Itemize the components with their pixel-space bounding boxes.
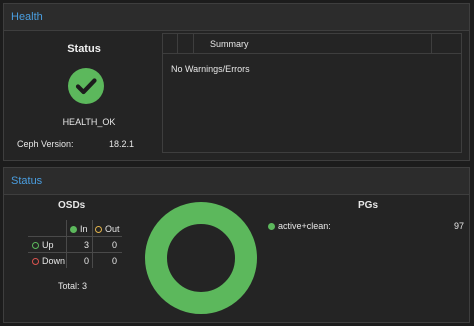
osds-title: OSDs <box>58 200 86 211</box>
osd-down-in-count: 0 <box>84 256 90 266</box>
pgs-donut-chart[interactable] <box>144 201 258 315</box>
pg-state-count: 97 <box>453 221 464 231</box>
ceph-version-label: Ceph Version: <box>17 139 74 149</box>
osds-total: Total: 3 <box>58 281 88 291</box>
ceph-version-value: 18.2.1 <box>109 139 135 149</box>
column-divider[interactable] <box>431 34 432 53</box>
health-panel-header: Health <box>4 4 469 31</box>
status-panel: Status OSDs In Out Up 3 0 Down 0 0 Total… <box>3 167 470 323</box>
column-divider[interactable] <box>177 34 178 53</box>
osd-row-down: Down <box>32 256 65 266</box>
osd-up-in-count: 3 <box>84 240 90 250</box>
pg-legend-item: active+clean: 97 <box>268 221 464 231</box>
active-clean-dot-icon <box>268 223 275 230</box>
osd-row-down-label: Down <box>42 256 66 266</box>
out-dot-icon <box>95 226 102 233</box>
summary-table-header: Summary <box>163 34 461 54</box>
osds-table: In Out Up 3 0 Down 0 0 <box>28 220 122 268</box>
summary-table: Summary No Warnings/Errors <box>162 33 462 153</box>
pg-state-label: active+clean: <box>278 221 331 231</box>
osd-col-in-label: In <box>80 224 88 234</box>
check-circle-icon <box>68 68 104 104</box>
osd-col-out-label: Out <box>105 224 120 234</box>
summary-row: No Warnings/Errors <box>171 64 250 74</box>
osd-col-in: In <box>70 224 88 234</box>
health-panel: Health Status HEALTH_OK Ceph Version: 18… <box>3 3 470 161</box>
health-status-section: Status HEALTH_OK Ceph Version: 18.2.1 <box>4 31 164 161</box>
down-arrow-icon <box>32 258 39 265</box>
osd-down-out-count: 0 <box>112 256 118 266</box>
osd-row-up: Up <box>32 240 54 250</box>
health-status-text: HEALTH_OK <box>62 117 116 127</box>
osd-up-out-count: 0 <box>112 240 118 250</box>
up-arrow-icon <box>32 242 39 249</box>
summary-column-header[interactable]: Summary <box>210 39 249 49</box>
table-divider <box>28 236 122 237</box>
pgs-title: PGs <box>358 200 379 211</box>
table-divider <box>92 220 93 268</box>
status-panel-header: Status <box>4 168 469 195</box>
column-divider[interactable] <box>193 34 194 53</box>
table-divider <box>66 220 67 268</box>
table-divider <box>28 252 122 253</box>
status-title: Status <box>67 43 101 55</box>
osd-row-up-label: Up <box>42 240 54 250</box>
pgs-donut-slice-active-clean[interactable] <box>145 202 257 314</box>
osd-col-out: Out <box>95 224 120 234</box>
in-dot-icon <box>70 226 77 233</box>
